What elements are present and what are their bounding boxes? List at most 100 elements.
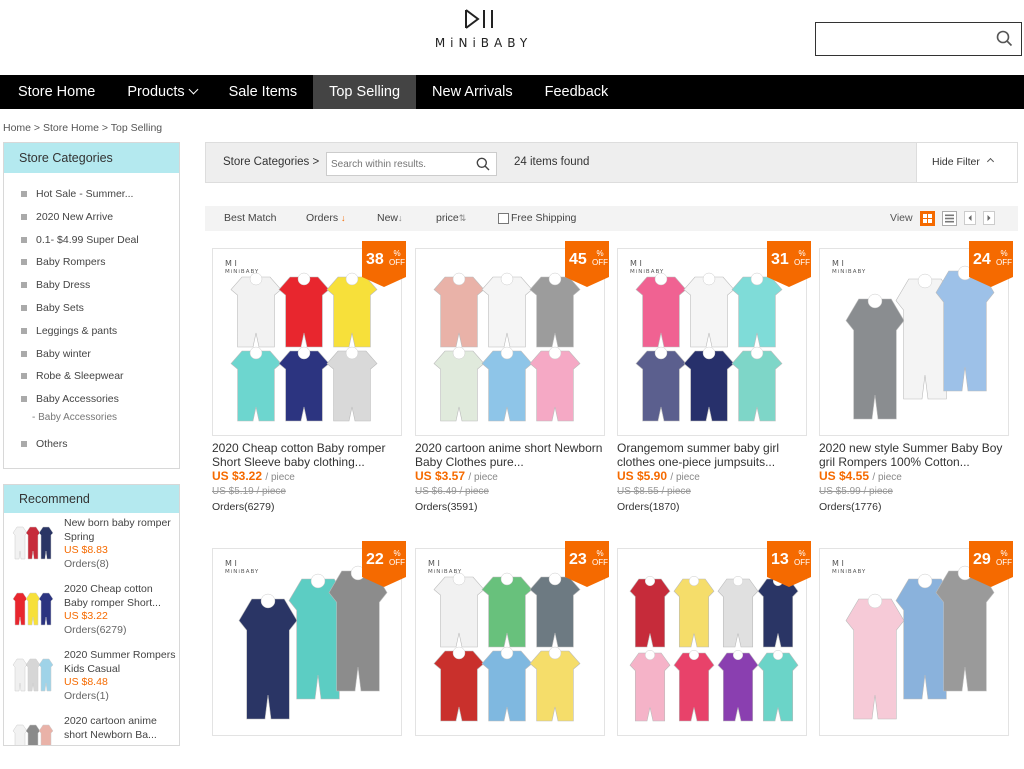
free-shipping-checkbox[interactable] (498, 213, 509, 224)
category-item[interactable]: 0.1- $4.99 Super Deal (4, 229, 179, 252)
sort-updown-icon: ⇅ (458, 213, 467, 223)
category-item-others[interactable]: Others (4, 433, 179, 456)
category-label: Baby Accessories (36, 393, 119, 406)
brand-watermark: M I MiNiBABY (225, 259, 260, 275)
filter-categories-label[interactable]: Store Categories > (223, 156, 319, 168)
bullet-icon (21, 191, 27, 197)
store-logo[interactable]: MiNiBABY (415, 8, 547, 50)
discount-value: 24 (973, 251, 991, 268)
chevron-down-icon (188, 84, 199, 95)
nav-top-selling[interactable]: Top Selling (313, 75, 417, 109)
discount-badge: 31 % OFF (767, 241, 811, 287)
product-thumbnail[interactable] (12, 587, 56, 631)
grid-view-icon[interactable] (920, 211, 935, 226)
discount-off: % OFF (996, 549, 1012, 567)
filter-search-input[interactable] (327, 153, 472, 175)
product-orders: Orders(1776) (819, 501, 882, 513)
sort-price[interactable]: price⇅ (436, 212, 466, 224)
product-thumbnail[interactable] (12, 719, 56, 746)
product-price: US $4.55 / piece (819, 469, 902, 483)
free-shipping-label[interactable]: Free Shipping (511, 212, 576, 224)
breadcrumb[interactable]: Home > Store Home > Top Selling (3, 122, 162, 134)
sub-category-label: Baby Accessories (38, 411, 118, 423)
filter-search (326, 152, 497, 176)
bullet-icon (21, 304, 27, 311)
product-thumbnail[interactable] (12, 521, 56, 565)
category-label: Others (36, 437, 68, 450)
category-item[interactable]: Baby Rompers (4, 251, 179, 274)
sort-desc-icon: ↓ (341, 213, 346, 223)
category-item[interactable]: Baby Sets (4, 297, 179, 320)
recommend-item[interactable]: 2020 Cheap cotton Baby romper Short... US… (12, 583, 177, 645)
discount-value: 23 (569, 551, 587, 568)
category-item[interactable]: Baby Dress (4, 274, 179, 297)
product-title[interactable]: Orangemom summer baby girl clothes one-p… (617, 441, 807, 469)
sort-desc-icon: ↓ (398, 213, 403, 223)
product-title[interactable]: 2020 cartoon anime short Newborn Baby Cl… (415, 441, 605, 469)
category-list: Hot Sale - Summer... 2020 New Arrive 0.1- … (4, 173, 179, 456)
sub-category-item[interactable]: - Baby Accessories (4, 411, 179, 429)
product-title[interactable] (212, 741, 402, 769)
logo-text: MiNiBABY (434, 36, 533, 50)
nav-products[interactable]: Products (111, 75, 212, 109)
sort-new-label: New (377, 212, 399, 224)
sort-new[interactable]: New↓ (377, 212, 403, 224)
sort-best-match[interactable]: Best Match (224, 212, 277, 224)
search-icon[interactable] (476, 157, 490, 171)
product-title[interactable] (819, 741, 1009, 769)
recommend-title-text[interactable]: 2020 cartoon anime short Newborn Ba... (64, 715, 176, 742)
recommend-title-text[interactable]: New born baby romper Spring (64, 517, 176, 544)
recommend-item[interactable]: 2020 cartoon anime short Newborn Ba... (12, 715, 177, 746)
recommend-orders: Orders(8) (64, 557, 109, 570)
product-orders: Orders(3591) (415, 501, 478, 513)
recommend-title-text[interactable]: 2020 Cheap cotton Baby romper Short... (64, 583, 176, 610)
hide-filter-label: Hide Filter (932, 156, 980, 168)
recommend-price: US $3.22 (64, 610, 108, 622)
discount-value: 22 (366, 551, 384, 568)
nav-feedback[interactable]: Feedback (529, 75, 625, 109)
product-orders: Orders(6279) (212, 501, 275, 513)
brand-watermark: M I MiNiBABY (832, 259, 867, 275)
brand-watermark: M I MiNiBABY (225, 559, 260, 575)
discount-value: 45 (569, 251, 587, 268)
recommend-info: 2020 Cheap cotton Baby romper Short... US… (64, 583, 176, 637)
category-item[interactable]: Baby Accessories (4, 388, 179, 411)
items-found-count: 24 items found (514, 156, 590, 168)
category-item[interactable]: Leggings & pants (4, 320, 179, 343)
discount-value: 38 (366, 251, 384, 268)
product-title[interactable] (415, 741, 605, 769)
category-item[interactable]: Baby winter (4, 343, 179, 366)
nav-new-arrivals[interactable]: New Arrivals (416, 75, 529, 109)
product-title[interactable]: 2020 new style Summer Baby Boy gril Romp… (819, 441, 1009, 469)
recommend-price: US $8.83 (64, 544, 108, 556)
product-title[interactable] (617, 741, 807, 769)
category-label: Baby Sets (36, 301, 84, 314)
nav-products-label: Products (127, 84, 185, 100)
category-item[interactable]: Robe & Sleepwear (4, 365, 179, 388)
recommend-title-text[interactable]: 2020 Summer Rompers Kids Casual (64, 649, 176, 676)
prev-page-icon[interactable] (964, 211, 976, 225)
sort-orders[interactable]: Orders ↓ (306, 212, 346, 224)
category-label: Robe & Sleepwear (36, 370, 124, 383)
nav-sale-items[interactable]: Sale Items (213, 75, 314, 109)
search-icon[interactable] (996, 30, 1013, 47)
discount-badge: 24 % OFF (969, 241, 1013, 287)
next-page-icon[interactable] (983, 211, 995, 225)
discount-off: % OFF (592, 549, 608, 567)
hide-filter-button[interactable]: Hide Filter (916, 143, 1017, 182)
product-thumbnail[interactable] (12, 653, 56, 697)
product-title[interactable]: 2020 Cheap cotton Baby romper Short Slee… (212, 441, 402, 469)
category-item[interactable]: 2020 New Arrive (4, 206, 179, 229)
category-label: Baby Rompers (36, 256, 106, 269)
main-nav: Store Home Products Sale Items Top Selli… (0, 75, 1024, 109)
list-view-icon[interactable] (942, 211, 957, 226)
view-label: View (890, 212, 913, 224)
bullet-icon (21, 440, 27, 447)
store-search-input[interactable] (816, 23, 991, 55)
category-item[interactable]: Hot Sale - Summer... (4, 183, 179, 206)
nav-store-home[interactable]: Store Home (0, 75, 111, 109)
recommend-item[interactable]: 2020 Summer Rompers Kids Casual US $8.48 O… (12, 649, 177, 711)
recommend-item[interactable]: New born baby romper Spring US $8.83 Order… (12, 517, 177, 579)
discount-value: 13 (771, 551, 789, 568)
recommend-orders: Orders(1) (64, 689, 109, 702)
